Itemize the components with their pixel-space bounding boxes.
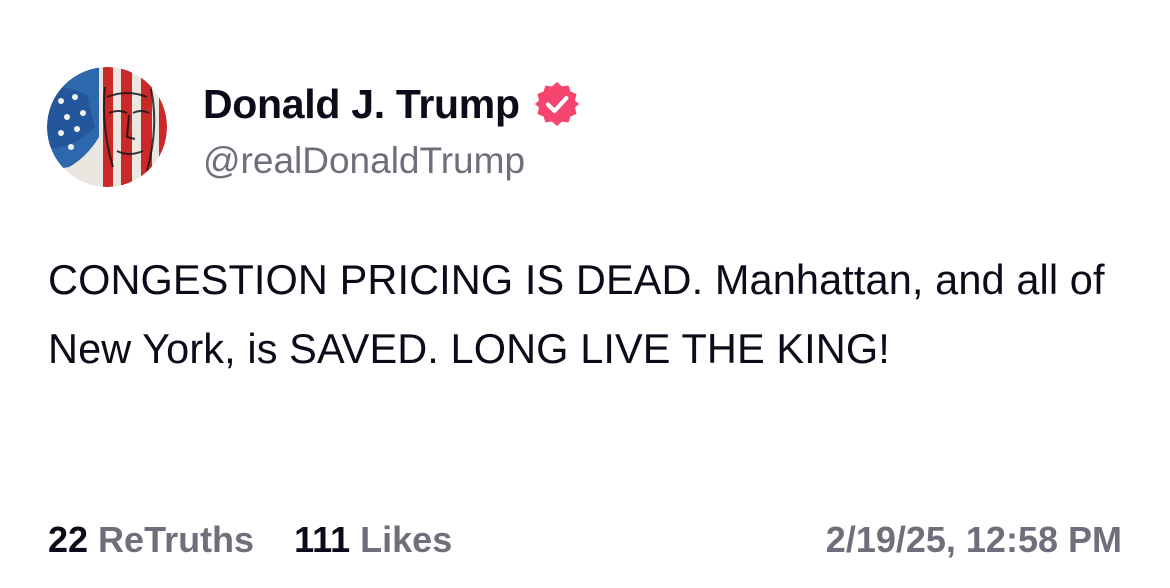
author-name-row: Donald J. Trump xyxy=(203,78,581,130)
post-timestamp[interactable]: 2/19/25, 12:58 PM xyxy=(826,518,1122,562)
avatar[interactable] xyxy=(47,67,167,187)
author-display-name[interactable]: Donald J. Trump xyxy=(203,81,520,128)
likes-count: 111 xyxy=(294,519,351,560)
likes-stat[interactable]: 111 Likes xyxy=(294,519,452,561)
retruths-count: 22 xyxy=(48,519,89,560)
author-handle[interactable]: @realDonaldTrump xyxy=(203,140,525,182)
flag-portrait-avatar-icon xyxy=(47,67,167,187)
post-card: Donald J. Trump @realDonaldTrump CONGEST… xyxy=(0,0,1170,588)
post-body-text: CONGESTION PRICING IS DEAD. Manhattan, a… xyxy=(48,256,1105,372)
verified-badge-icon xyxy=(533,80,581,128)
likes-label: Likes xyxy=(360,519,453,560)
retruths-label: ReTruths xyxy=(98,519,255,560)
engagement-stats: 22 ReTruths 111 Likes xyxy=(48,518,452,562)
retruths-stat[interactable]: 22 ReTruths xyxy=(48,519,254,561)
